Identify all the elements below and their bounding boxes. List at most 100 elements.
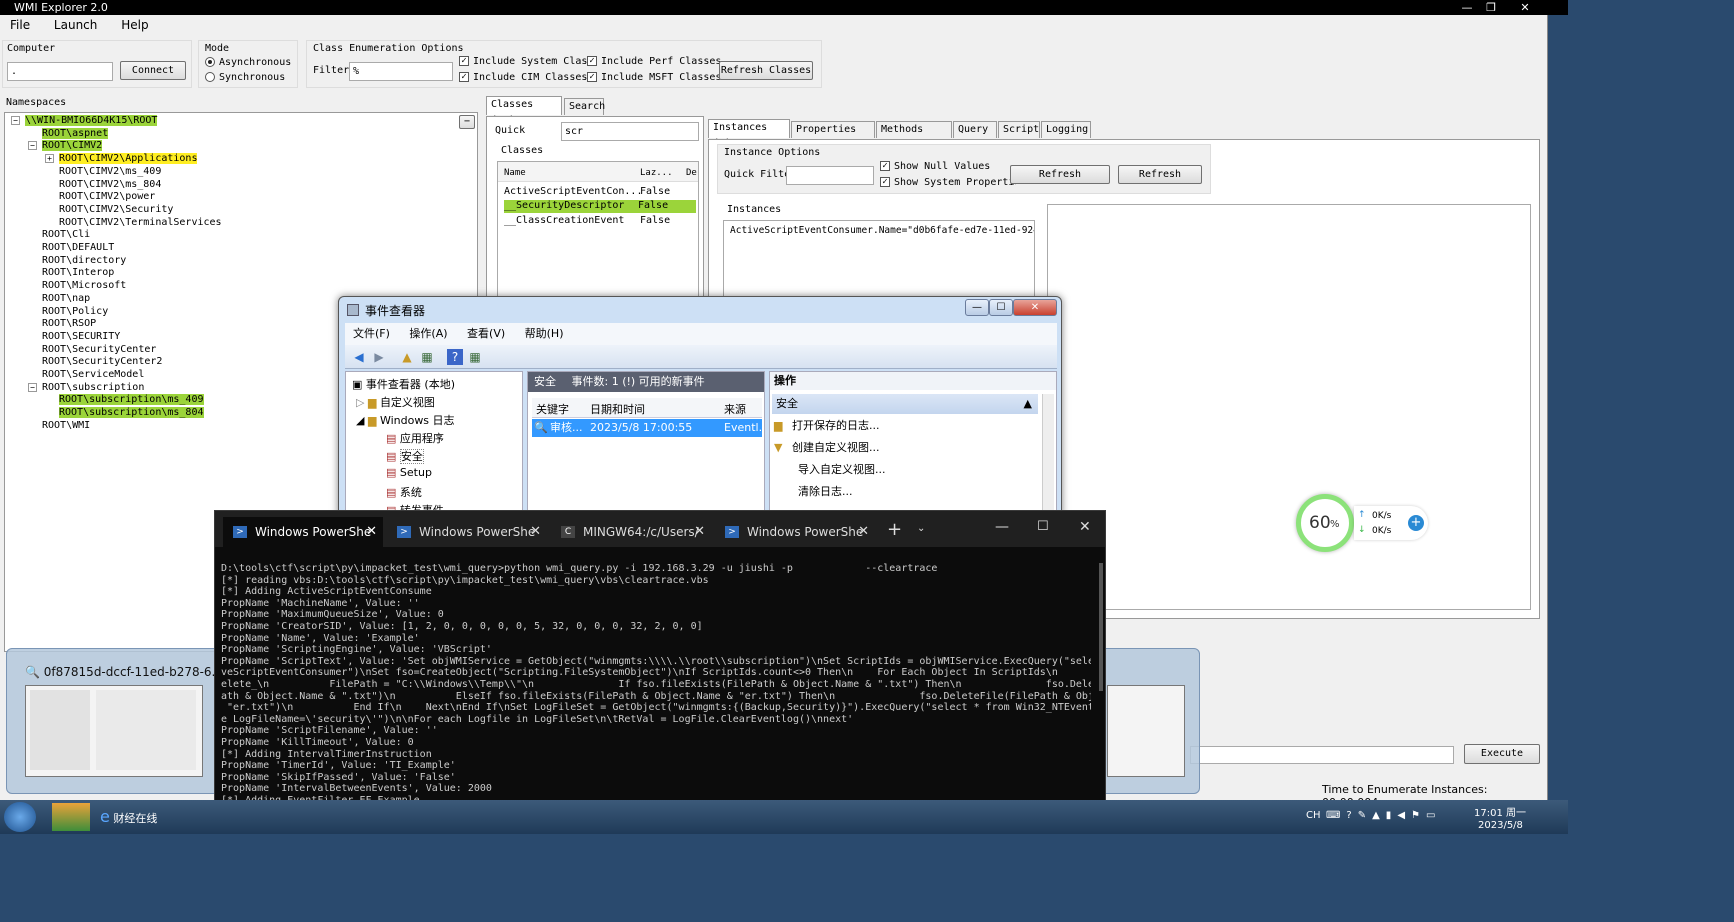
minimize-icon[interactable]: — [995, 519, 1009, 535]
col-keyword[interactable]: 关键字 [536, 401, 569, 417]
folder-up-icon[interactable]: ▲ [399, 349, 415, 365]
terminal-output[interactable]: D:\tools\ctf\script\py\impacket_test\wmi… [221, 563, 1091, 835]
filter-input[interactable]: % [349, 62, 453, 81]
connect-button[interactable]: Connect [120, 61, 186, 80]
ev-actions-scrollbar[interactable] [1042, 394, 1054, 514]
include-msft-checkbox[interactable]: ✓ Include MSFT Classes [587, 72, 721, 83]
col-desc[interactable]: De [686, 168, 697, 178]
expand-icon[interactable]: − [28, 382, 37, 392]
ev-actions-section[interactable]: 安全 ▲ [772, 394, 1038, 414]
refresh-button-2[interactable]: Refresh [1118, 165, 1202, 184]
class-row[interactable]: __ClassCreationEvent False [500, 215, 696, 227]
namespace-node[interactable]: + ROOT\CIMV2\Applications [45, 153, 198, 165]
maximize-icon[interactable]: ☐ [989, 299, 1013, 316]
namespace-node[interactable]: − \\WIN-BMIO66D4K15\ROOT [11, 115, 158, 127]
namespace-node[interactable]: − ROOT\subscription [28, 382, 144, 394]
refresh-button[interactable]: Refresh [1010, 165, 1110, 184]
terminal-scrollbar[interactable] [1099, 563, 1103, 691]
namespace-node[interactable]: ROOT\WMI [42, 420, 90, 432]
expand-icon[interactable]: − [11, 116, 20, 125]
terminal-tab[interactable]: C MINGW64:/c/Users/✕ [551, 517, 711, 547]
namespace-node[interactable]: ROOT\Microsoft [42, 280, 126, 292]
computer-input[interactable]: . [7, 62, 113, 81]
namespace-node[interactable]: ROOT\aspnet [42, 127, 109, 140]
refresh-classes-button[interactable]: Refresh Classes [719, 61, 813, 80]
mode-sync-radio[interactable]: Synchronous [205, 72, 285, 83]
new-tab-icon[interactable]: + [887, 519, 902, 540]
namespace-node[interactable]: ROOT\subscription\ms_804 [59, 407, 204, 419]
close-icon[interactable]: ✕ [1079, 519, 1091, 535]
ev-tree-root[interactable]: ▣ 事件查看器 (本地) [352, 376, 455, 392]
namespace-node[interactable]: ROOT\CIMV2\ms_409 [59, 166, 161, 178]
collapse-button[interactable]: − [459, 115, 475, 129]
language-indicator[interactable]: CH [1306, 810, 1321, 821]
ev-menu-view[interactable]: 查看(V) [467, 323, 505, 345]
col-datetime[interactable]: 日期和时间 [590, 401, 645, 417]
query-input[interactable] [1190, 746, 1454, 764]
quick-filter-input[interactable] [786, 166, 874, 185]
add-icon[interactable]: + [1408, 515, 1424, 531]
tray-icons[interactable]: ⌨?✎▲▮◀⚑▭ [1326, 810, 1441, 821]
ev-tree-security[interactable]: ▤ 安全 [386, 448, 424, 464]
namespace-node[interactable]: ROOT\SECURITY [42, 331, 120, 343]
close-tab-icon[interactable]: ✕ [366, 517, 377, 547]
taskbar-app[interactable]: e 财经在线 [100, 804, 194, 830]
ev-tree-setup[interactable]: ▤ Setup [386, 466, 432, 479]
close-tab-icon[interactable]: ✕ [530, 517, 541, 547]
terminal-tab[interactable]: > Windows PowerShe ✕ [387, 517, 547, 547]
namespace-node[interactable]: ROOT\Cli [42, 229, 90, 241]
taskbar-app-icon[interactable] [52, 803, 90, 831]
help-icon[interactable]: ? [447, 349, 463, 365]
col-name[interactable]: Name [504, 168, 526, 178]
ev-menu-action[interactable]: 操作(A) [409, 323, 447, 345]
quick-input[interactable]: scr [561, 122, 699, 141]
close-tab-icon[interactable]: ✕ [858, 517, 869, 547]
ev-event-row[interactable]: 🔍 审核... 2023/5/8 17:00:55 Eventl... [532, 419, 762, 437]
action-clear-log[interactable]: 清除日志... [798, 483, 853, 499]
expand-icon[interactable]: − [28, 141, 37, 151]
col-source[interactable]: 来源 [724, 401, 746, 417]
ev-tree[interactable]: ▣ 事件查看器 (本地) ▷ ▆ 自定义视图 ◢ ▆ Windows 日志 ▤ … [345, 371, 523, 517]
expand-icon[interactable]: + [45, 154, 54, 164]
maximize-icon[interactable]: ☐ [1037, 519, 1049, 534]
execute-button[interactable]: Execute [1464, 744, 1540, 764]
menu-help[interactable]: Help [121, 18, 148, 32]
terminal-tab-active[interactable]: > Windows PowerShe ✕ [223, 517, 383, 547]
namespace-node[interactable]: ROOT\CIMV2\ms_804 [59, 179, 161, 191]
namespace-node[interactable]: ROOT\Interop [42, 267, 114, 279]
tab-methods[interactable]: Methods (0) [876, 121, 952, 151]
start-button[interactable] [4, 802, 36, 832]
include-perf-checkbox[interactable]: ✓ Include Perf Classes [587, 56, 721, 67]
show-system-checkbox[interactable]: ✓ Show System Properties [880, 177, 1016, 188]
terminal-tab[interactable]: > Windows PowerShe ✕ [715, 517, 875, 547]
namespace-node[interactable]: ROOT\CIMV2\power [59, 191, 155, 203]
close-icon[interactable]: ✕ [1013, 299, 1057, 316]
tab-instances[interactable]: Instances (1) [708, 119, 790, 149]
forward-icon[interactable]: ▶ [371, 349, 387, 365]
ev-tree-system[interactable]: ▤ 系统 [386, 484, 422, 500]
menu-file[interactable]: File [10, 18, 30, 32]
class-row-selected[interactable]: __SecurityDescriptor False [504, 200, 696, 213]
namespace-node[interactable]: ROOT\ServiceModel [42, 369, 144, 381]
action-create-view[interactable]: ▼ 创建自定义视图... [774, 439, 879, 455]
net-speed-widget[interactable]: 60 % ↑ 0K/s ↓ 0K/s + [1296, 494, 1432, 554]
show-pane-icon[interactable]: ▦ [419, 349, 435, 365]
namespace-node[interactable]: ROOT\SecurityCenter [42, 344, 156, 356]
clock-time[interactable]: 17:01 周一 [1474, 804, 1526, 819]
namespace-node[interactable]: ROOT\directory [42, 255, 126, 267]
tab-search[interactable]: Search [564, 98, 605, 115]
ev-menu-file[interactable]: 文件(F) [353, 323, 390, 345]
ev-tree-windows-logs[interactable]: ◢ ▆ Windows 日志 [356, 412, 455, 428]
namespace-node[interactable]: ROOT\DEFAULT [42, 242, 114, 254]
col-lazy[interactable]: Laz... [640, 168, 673, 178]
back-icon[interactable]: ◀ [351, 349, 367, 365]
mode-async-radio[interactable]: Asynchronous [205, 57, 291, 68]
namespace-node[interactable]: − ROOT\CIMV2 [28, 140, 103, 152]
namespace-node[interactable]: ROOT\RSOP [42, 318, 96, 330]
include-system-checkbox[interactable]: ✓ Include System Classes [459, 56, 589, 67]
show-action-pane-icon[interactable]: ▦ [467, 349, 483, 365]
namespace-node[interactable]: ROOT\CIMV2\Security [59, 204, 173, 216]
clock-date[interactable]: 2023/5/8 [1478, 820, 1523, 831]
ev-tree-application[interactable]: ▤ 应用程序 [386, 430, 444, 446]
tab-logging[interactable]: Logging [1041, 121, 1091, 138]
